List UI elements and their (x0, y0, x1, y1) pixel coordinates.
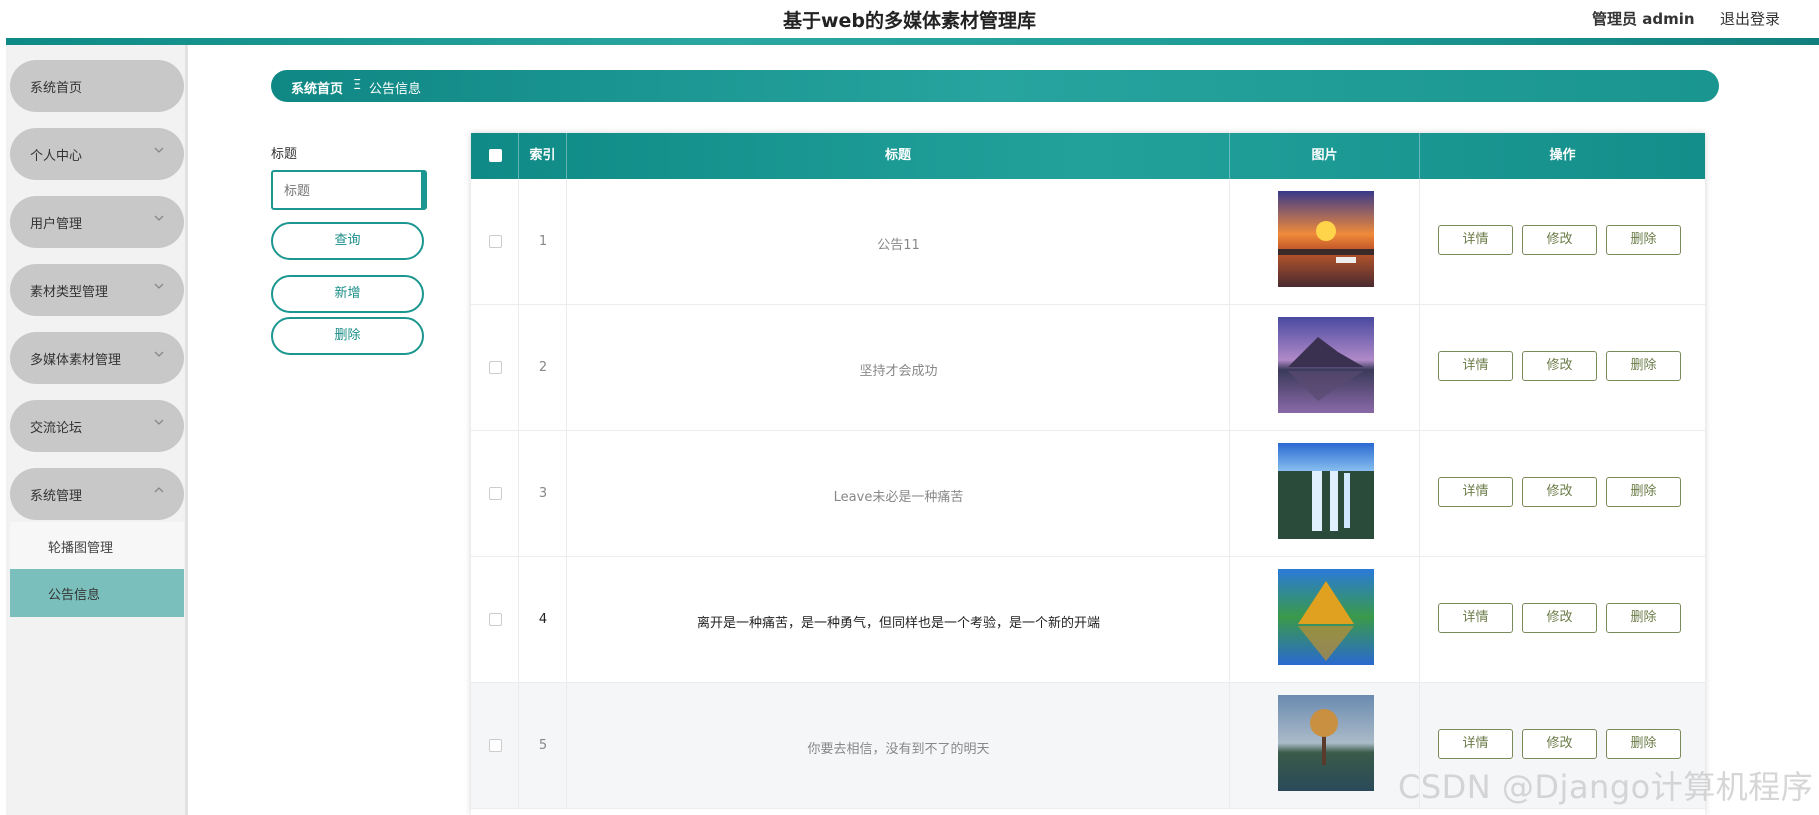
row-title: 坚持才会成功 (859, 364, 938, 379)
breadcrumb-current: 公告信息 (369, 82, 422, 97)
row-checkbox[interactable] (489, 613, 502, 626)
table-row: 1 公告11 详情 修改 删除 (471, 179, 1705, 305)
row-checkbox[interactable] (489, 739, 502, 752)
chevron-down-icon (154, 215, 164, 221)
sidebar-item-label: 个人中心 (30, 149, 83, 164)
sidebar-item-home[interactable]: 系统首页 (10, 60, 184, 112)
table-row: 3 Leave未必是一种痛苦 详情 修改 删除 (471, 431, 1705, 557)
autumn-mountain-image (1278, 569, 1374, 665)
sidebar-item-forum[interactable]: 交流论坛 (10, 400, 184, 452)
edit-button[interactable]: 修改 (1522, 729, 1597, 759)
detail-button[interactable]: 详情 (1438, 351, 1513, 381)
row-title: 公告11 (877, 238, 920, 253)
mountain-reflection-image (1278, 317, 1374, 413)
header-select-all-cell (471, 133, 519, 179)
sidebar-item-multimedia-material[interactable]: 多媒体素材管理 (10, 332, 184, 384)
logout-link[interactable]: 退出登录 (1720, 8, 1780, 29)
row-checkbox[interactable] (489, 361, 502, 374)
delete-button[interactable]: 删除 (1606, 729, 1681, 759)
table-header: 索引 标题 图片 操作 (471, 133, 1705, 179)
breadcrumb-separator-icon: Ξ (353, 78, 362, 93)
sidebar-item-label: 系统管理 (30, 489, 83, 504)
chevron-down-icon (154, 147, 164, 153)
column-header-index: 索引 (519, 133, 567, 179)
breadcrumb-home[interactable]: 系统首页 (291, 78, 343, 97)
row-index: 2 (538, 360, 548, 375)
row-title: Leave未必是一种痛苦 (833, 490, 964, 505)
delete-button[interactable]: 删除 (1606, 351, 1681, 381)
row-index: 1 (538, 234, 548, 249)
sidebar-item-label: 系统首页 (30, 81, 83, 96)
add-button[interactable]: 新增 (271, 275, 424, 313)
sidebar-item-personal-center[interactable]: 个人中心 (10, 128, 184, 180)
table-row: 2 坚持才会成功 详情 修改 删除 (471, 305, 1705, 431)
chevron-down-icon (154, 419, 164, 425)
search-title-label: 标题 (271, 147, 298, 162)
sidebar-item-user-management[interactable]: 用户管理 (10, 196, 184, 248)
chevron-down-icon (154, 283, 164, 289)
row-index: 3 (538, 486, 548, 501)
row-index: 4 (538, 612, 548, 627)
delete-button[interactable]: 删除 (1606, 603, 1681, 633)
column-header-image: 图片 (1230, 133, 1420, 179)
detail-button[interactable]: 详情 (1438, 603, 1513, 633)
sidebar-item-material-type[interactable]: 素材类型管理 (10, 264, 184, 316)
row-checkbox[interactable] (489, 487, 502, 500)
search-title-input[interactable] (271, 170, 427, 210)
sidebar-subitem-carousel[interactable]: 轮播图管理 (10, 522, 184, 570)
delete-button[interactable]: 删除 (1606, 477, 1681, 507)
sidebar-subitem-announcements[interactable]: 公告信息 (10, 569, 184, 617)
sidebar-item-label: 交流论坛 (30, 421, 83, 436)
top-header: 基于web的多媒体素材管理库 管理员 admin 退出登录 (0, 0, 1819, 38)
sidebar-item-system-management[interactable]: 系统管理 (10, 468, 184, 520)
tree-lake-image (1278, 695, 1374, 791)
edit-button[interactable]: 修改 (1522, 225, 1597, 255)
detail-button[interactable]: 详情 (1438, 729, 1513, 759)
admin-user-label: 管理员 admin (1592, 10, 1695, 28)
sidebar-item-label: 多媒体素材管理 (30, 353, 122, 368)
chevron-down-icon (154, 351, 164, 357)
query-button[interactable]: 查询 (271, 222, 424, 260)
sidebar-subitem-label: 轮播图管理 (48, 541, 114, 556)
column-header-actions: 操作 (1549, 148, 1576, 163)
sidebar-item-label: 用户管理 (30, 217, 83, 232)
app-title: 基于web的多媒体素材管理库 (782, 10, 1037, 32)
detail-button[interactable]: 详情 (1438, 225, 1513, 255)
sidebar: 系统首页 个人中心 用户管理 素材类型管理 多媒体素材管理 交流论坛 系统管理 … (6, 45, 188, 815)
row-title: 你要去相信，没有到不了的明天 (807, 742, 990, 757)
sunset-lake-image (1278, 191, 1374, 287)
chevron-up-icon (154, 487, 164, 493)
detail-button[interactable]: 详情 (1438, 477, 1513, 507)
batch-delete-button[interactable]: 删除 (271, 317, 424, 355)
select-all-checkbox[interactable] (489, 149, 502, 162)
edit-button[interactable]: 修改 (1522, 351, 1597, 381)
row-title: 离开是一种痛苦，是一种勇气，但同样也是一个考验，是一个新的开端 (696, 616, 1100, 631)
header-accent-bar (6, 38, 1819, 45)
breadcrumb: 系统首页 Ξ 公告信息 (271, 70, 1719, 102)
sidebar-item-label: 素材类型管理 (30, 285, 109, 300)
row-checkbox[interactable] (489, 235, 502, 248)
watermark: CSDN @Django计算机程序 (1398, 768, 1814, 806)
sidebar-subitem-label: 公告信息 (48, 588, 101, 603)
column-header-title: 标题 (567, 133, 1230, 179)
table-row: 4 离开是一种痛苦，是一种勇气，但同样也是一个考验，是一个新的开端 详情 修改 … (471, 557, 1705, 683)
row-index: 5 (538, 738, 548, 753)
delete-button[interactable]: 删除 (1606, 225, 1681, 255)
waterfall-image (1278, 443, 1374, 539)
edit-button[interactable]: 修改 (1522, 603, 1597, 633)
announcement-table: 索引 标题 图片 操作 1 公告11 详情 修改 删除 2 坚持才会成功 详情 … (471, 133, 1705, 815)
edit-button[interactable]: 修改 (1522, 477, 1597, 507)
